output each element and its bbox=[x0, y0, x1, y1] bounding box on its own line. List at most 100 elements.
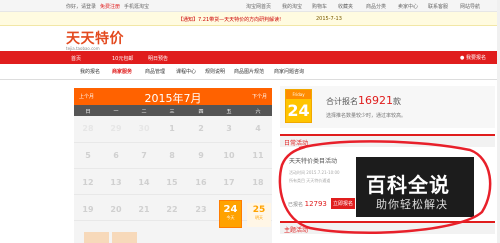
today-label: 今天 bbox=[226, 215, 235, 220]
weekday-label: 四 bbox=[198, 109, 204, 115]
total-signup-count: 16921 bbox=[358, 94, 393, 107]
calendar-day[interactable]: 4 bbox=[244, 124, 272, 133]
welcome-text: 你好，请登录 bbox=[66, 4, 97, 10]
tab-my-signup[interactable]: 我的报名 bbox=[80, 68, 100, 75]
next-month-button[interactable]: 下个月 bbox=[252, 93, 267, 100]
site-nav-link[interactable]: 网站导航 bbox=[460, 3, 480, 10]
my-taobao-link[interactable]: 我的淘宝 bbox=[282, 3, 302, 10]
activity-count-value: 12793 bbox=[304, 200, 327, 208]
calendar-day[interactable]: 13 bbox=[102, 178, 130, 187]
stats-hint: 选择推名数量较少时，通过率较高。 bbox=[326, 113, 407, 119]
nav-free-shipping[interactable]: 10元包邮 bbox=[107, 53, 138, 62]
nav-home[interactable]: 首页 bbox=[66, 53, 86, 62]
calendar-day[interactable]: 20 bbox=[102, 205, 130, 214]
calendar-day[interactable]: 15 bbox=[158, 178, 186, 187]
mobile-link[interactable]: 手机逛淘宝 bbox=[124, 3, 149, 10]
watermark-title: 百科全说 bbox=[366, 173, 450, 197]
total-signup: 合计报名16921款 bbox=[326, 94, 401, 107]
calendar-day[interactable]: 5 bbox=[74, 151, 102, 160]
signup-label: 我要报名 bbox=[465, 55, 486, 61]
activity-scope: 所有类目 天天特价通道 bbox=[289, 178, 331, 183]
logo-title: 天天特价 bbox=[66, 31, 124, 47]
calendar-day: 29 bbox=[110, 124, 122, 133]
today-day: 24 bbox=[223, 204, 238, 215]
taobao-home-link[interactable]: 淘宝网首页 bbox=[246, 3, 271, 10]
activity-time: 活动时间 2015.7.21-10:00 bbox=[289, 170, 340, 175]
signup-calendar: 上个月 2015年7月 下个月 日 一 二 三 四 五 六 28 29 30 1… bbox=[74, 88, 272, 243]
calendar-day: 28 bbox=[82, 124, 94, 133]
stats-panel bbox=[280, 86, 495, 128]
calendar-title: 2015年7月 bbox=[144, 92, 202, 105]
calendar-day[interactable]: 1 bbox=[158, 124, 186, 133]
categories-link[interactable]: 商品分类 bbox=[366, 3, 386, 10]
watermark-subtitle: 助你轻松解决 bbox=[376, 198, 448, 211]
tomorrow-label: 明天 bbox=[255, 215, 263, 220]
join-button[interactable]: 立即报名 bbox=[331, 198, 355, 209]
customer-service-link[interactable]: 联系客服 bbox=[428, 3, 448, 10]
calendar-day[interactable]: 16 bbox=[187, 178, 215, 187]
calendar-day[interactable]: 12 bbox=[74, 178, 102, 187]
activity-count-label: 已报名 bbox=[288, 202, 304, 208]
tab-product-management[interactable]: 商品管理 bbox=[145, 68, 165, 75]
date-card-weekday: Friday bbox=[286, 90, 311, 99]
calendar-day[interactable]: 7 bbox=[130, 151, 158, 160]
date-card-day: 24 bbox=[287, 101, 310, 120]
top-utility-bar: 你好，请登录 免费注册 手机逛淘宝 淘宝网首页 我的淘宝 购物车 收藏夹 商品分… bbox=[0, 0, 500, 12]
calendar-day[interactable]: 2 bbox=[187, 124, 215, 133]
daily-activities-header: 日常活动 bbox=[280, 134, 495, 147]
tab-consulting[interactable]: 商家问题咨询 bbox=[274, 68, 304, 75]
calendar-day[interactable]: 9 bbox=[187, 151, 215, 160]
weekday-label: 三 bbox=[169, 109, 175, 115]
weekday-label: 五 bbox=[226, 109, 232, 115]
site-logo[interactable]: 天天特价 tejia.taobao.com bbox=[66, 28, 124, 51]
calendar-day[interactable]: 22 bbox=[158, 205, 186, 214]
date-card-icon: Friday 24 bbox=[285, 89, 312, 123]
calendar-day[interactable]: 19 bbox=[74, 205, 102, 214]
theme-activities-header: 主题活动 bbox=[280, 221, 495, 234]
tab-image-spec[interactable]: 商品图片规范 bbox=[234, 68, 264, 75]
weekday-label: 一 bbox=[113, 109, 119, 115]
calendar-day[interactable]: 10 bbox=[215, 151, 243, 160]
register-link[interactable]: 免费注册 bbox=[100, 3, 120, 10]
calendar-day[interactable]: 3 bbox=[215, 124, 243, 133]
activity-title[interactable]: 天天特价类目活动 bbox=[289, 156, 337, 165]
calendar-cell-highlight bbox=[84, 232, 109, 243]
signup-link[interactable]: ● 我要报名 bbox=[460, 54, 486, 61]
user-icon: ● bbox=[460, 55, 465, 61]
calendar-day[interactable]: 17 bbox=[215, 178, 243, 187]
calendar-day: 30 bbox=[138, 124, 150, 133]
seller-center-link[interactable]: 卖家中心 bbox=[398, 3, 418, 10]
cart-link[interactable]: 购物车 bbox=[312, 3, 327, 10]
weekday-label: 日 bbox=[85, 109, 91, 115]
activity-signup-count: 已报名 12793 bbox=[288, 200, 327, 208]
calendar-day[interactable]: 6 bbox=[102, 151, 130, 160]
notice-text[interactable]: 【通知】7.21带货—天天特价的方向研判解读! bbox=[178, 16, 281, 23]
calendar-day[interactable]: 18 bbox=[244, 178, 272, 187]
calendar-day[interactable]: 21 bbox=[130, 205, 158, 214]
daily-activities-title: 日常活动 bbox=[284, 140, 309, 147]
calendar-tomorrow[interactable]: 25 明天 bbox=[247, 203, 271, 227]
theme-activities-title: 主题活动 bbox=[284, 227, 309, 234]
weekday-header: 日 一 二 三 四 五 六 bbox=[74, 105, 272, 116]
calendar-day[interactable]: 11 bbox=[244, 151, 272, 160]
calendar-day[interactable]: 14 bbox=[130, 178, 158, 187]
weekday-label: 六 bbox=[255, 109, 261, 115]
favorites-link[interactable]: 收藏夹 bbox=[338, 3, 353, 10]
weekday-label: 二 bbox=[141, 109, 147, 115]
calendar-day[interactable]: 8 bbox=[158, 151, 186, 160]
calendar-header: 上个月 2015年7月 下个月 bbox=[74, 88, 272, 105]
calendar-today[interactable]: 24 今天 bbox=[219, 200, 242, 228]
calendar-cell-highlight bbox=[112, 232, 137, 243]
notice-bar: 【通知】7.21带货—天天特价的方向研判解读! 2015-7-13 bbox=[0, 12, 500, 26]
nav-preview[interactable]: 明日预告 bbox=[143, 53, 173, 62]
total-signup-unit: 款 bbox=[393, 97, 401, 106]
tomorrow-day: 25 bbox=[252, 205, 266, 215]
sub-nav: 我的报名 商家服务 商品管理 课程中心 规则说明 商品图片规范 商家问题咨询 bbox=[0, 64, 500, 80]
notice-date: 2015-7-13 bbox=[316, 16, 342, 22]
tab-course-center[interactable]: 课程中心 bbox=[176, 68, 196, 75]
tab-merchant-service[interactable]: 商家服务 bbox=[112, 68, 132, 75]
tab-rules[interactable]: 规则说明 bbox=[205, 68, 225, 75]
total-signup-label: 合计报名 bbox=[326, 97, 358, 106]
main-nav: 首页 10元包邮 明日预告 ● 我要报名 bbox=[0, 51, 500, 64]
calendar-day[interactable]: 23 bbox=[187, 205, 215, 214]
